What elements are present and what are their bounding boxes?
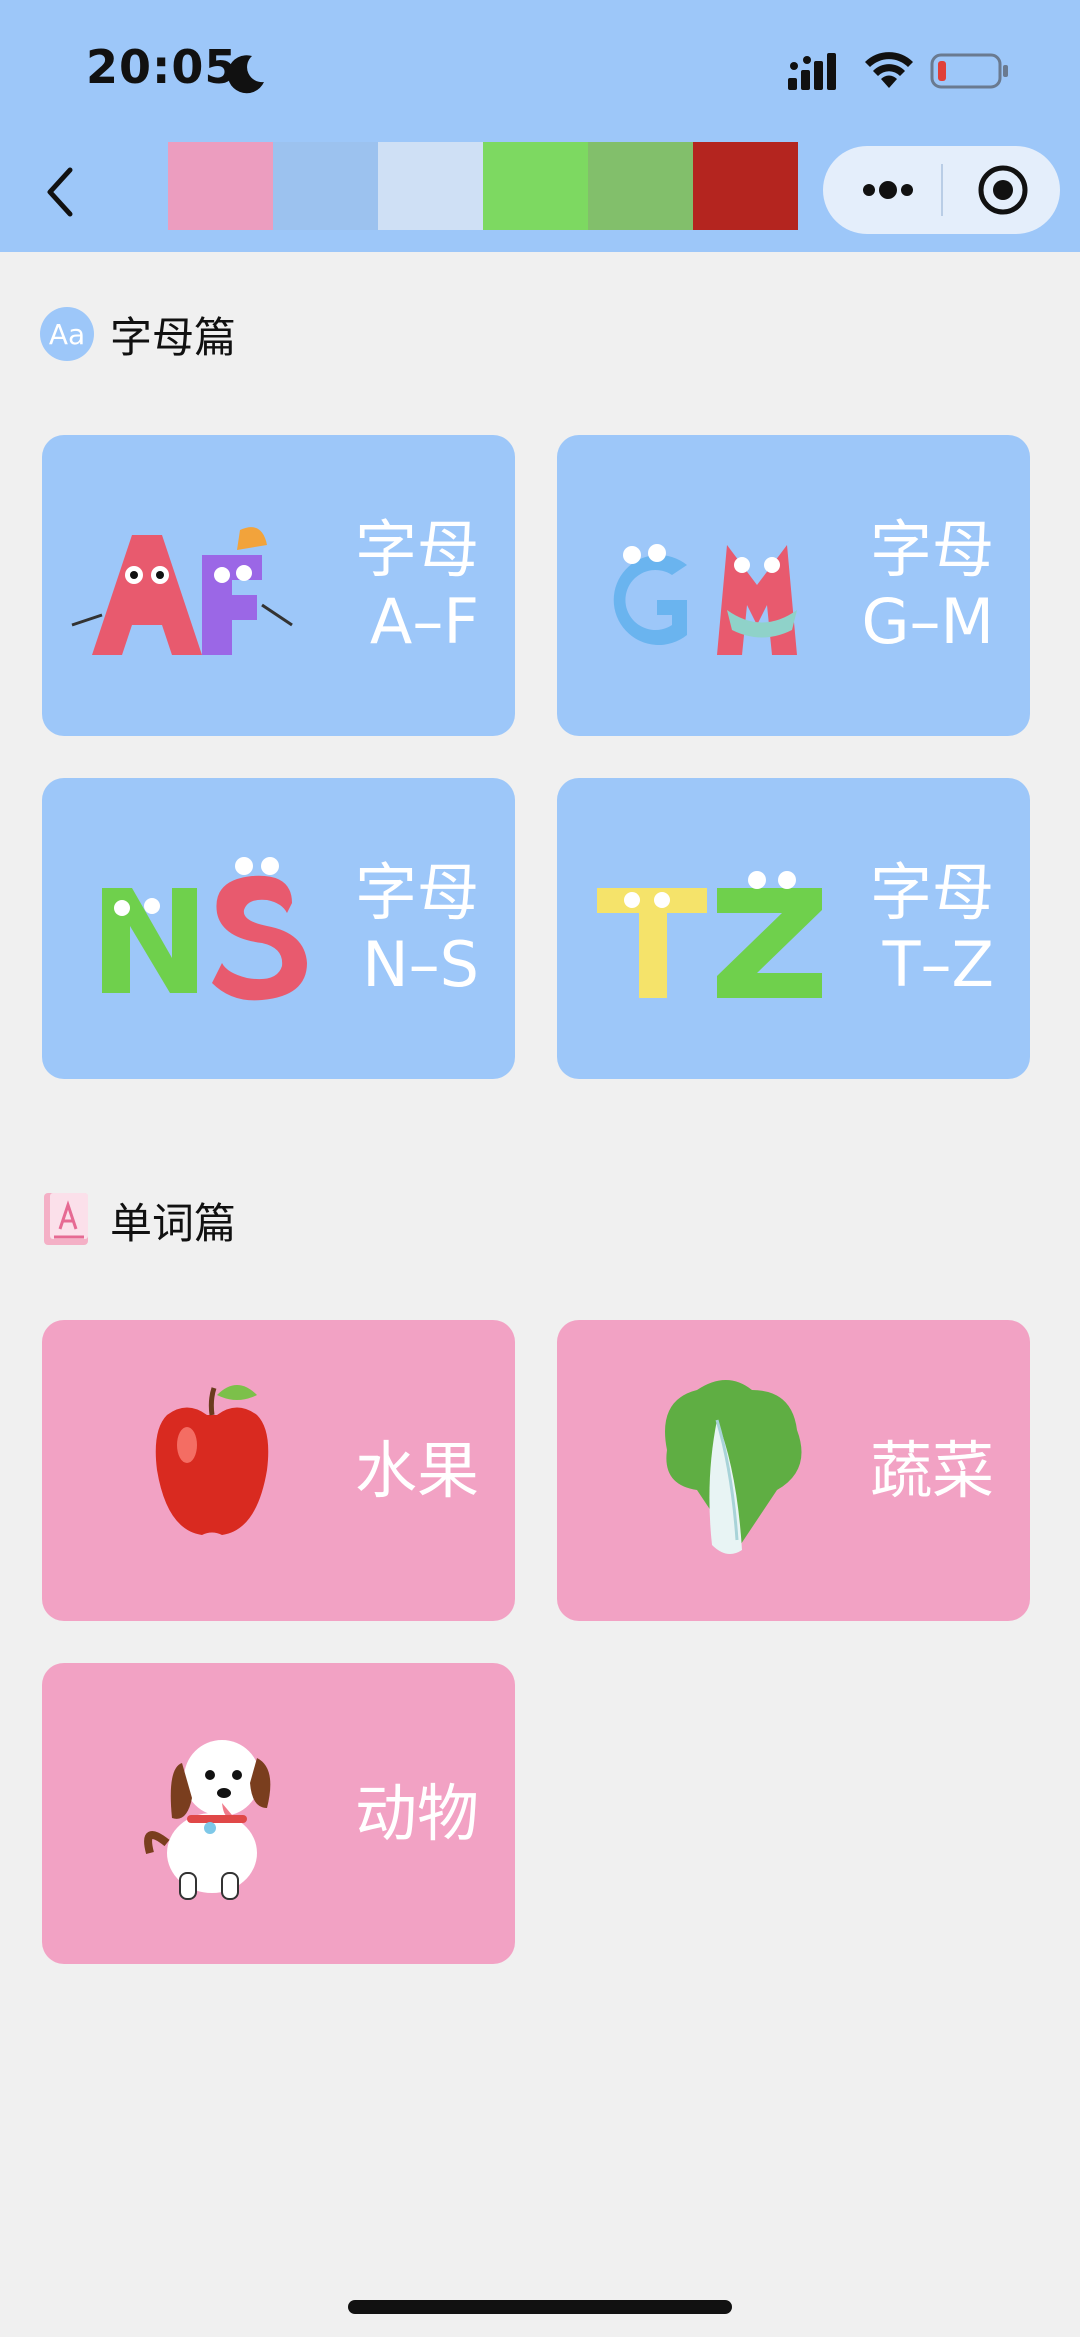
moon-icon xyxy=(227,55,264,94)
letter-card-g-m[interactable]: 字母 G–M xyxy=(557,435,1030,736)
words-section-title: 单词篇 xyxy=(40,1190,236,1250)
palette-swatch xyxy=(483,142,588,230)
back-arrow-icon[interactable] xyxy=(40,162,80,222)
card-text: 字母 N–S xyxy=(355,778,479,1079)
book-icon xyxy=(44,1193,88,1245)
section-label: 字母篇 xyxy=(110,312,237,362)
card-label: 蔬菜 xyxy=(869,1433,994,1507)
wifi-icon xyxy=(865,52,913,88)
letters-section-title: Aa 字母篇 xyxy=(40,304,236,364)
letters-aa-icon: Aa xyxy=(40,307,94,361)
status-time: 20:05 xyxy=(86,40,238,94)
palette-swatch xyxy=(588,142,693,230)
card-range: T–Z xyxy=(882,927,994,1001)
letters-n-s-icon xyxy=(102,857,307,1001)
battery-icon xyxy=(930,53,1008,89)
card-label: 水果 xyxy=(354,1433,479,1507)
palette-swatch xyxy=(693,142,798,230)
card-range: G–M xyxy=(861,584,994,658)
card-title: 字母 xyxy=(354,855,479,929)
cabbage-icon xyxy=(665,1380,802,1554)
word-card-vegetable[interactable]: 蔬菜 xyxy=(557,1320,1030,1621)
section-label: 单词篇 xyxy=(110,1198,237,1248)
letters-t-z-icon xyxy=(597,871,822,998)
letter-card-a-f[interactable]: 字母 A–F xyxy=(42,435,515,736)
letter-card-n-s[interactable]: 字母 N–S xyxy=(42,778,515,1079)
more-icon[interactable] xyxy=(853,164,923,216)
card-label: 动物 xyxy=(354,1776,479,1850)
letters-a-f-icon xyxy=(71,527,293,655)
card-range: N–S xyxy=(362,927,479,1001)
word-card-fruit[interactable]: 水果 xyxy=(42,1320,515,1621)
card-text: 水果 xyxy=(355,1320,479,1621)
home-indicator[interactable] xyxy=(348,2300,732,2314)
dog-icon xyxy=(144,1740,271,1900)
card-range: A–F xyxy=(369,584,479,658)
card-title: 字母 xyxy=(354,512,479,586)
apple-icon xyxy=(155,1385,269,1535)
signal-icon xyxy=(788,53,836,90)
card-text: 字母 T–Z xyxy=(870,778,994,1079)
color-palette xyxy=(168,142,798,230)
palette-swatch xyxy=(378,142,483,230)
card-title: 字母 xyxy=(869,512,994,586)
capsule-divider xyxy=(941,164,943,216)
card-text: 蔬菜 xyxy=(870,1320,994,1621)
palette-swatch xyxy=(168,142,273,230)
card-text: 字母 A–F xyxy=(355,435,479,736)
miniprogram-capsule xyxy=(823,146,1060,234)
card-text: 字母 G–M xyxy=(861,435,994,736)
card-title: 字母 xyxy=(869,855,994,929)
letter-card-t-z[interactable]: 字母 T–Z xyxy=(557,778,1030,1079)
word-card-animal[interactable]: 动物 xyxy=(42,1663,515,1964)
top-header: 20:05 xyxy=(0,0,1080,252)
palette-swatch xyxy=(273,142,378,230)
letters-g-m-icon xyxy=(613,544,797,655)
close-target-icon[interactable] xyxy=(973,160,1033,220)
card-text: 动物 xyxy=(355,1663,479,1964)
